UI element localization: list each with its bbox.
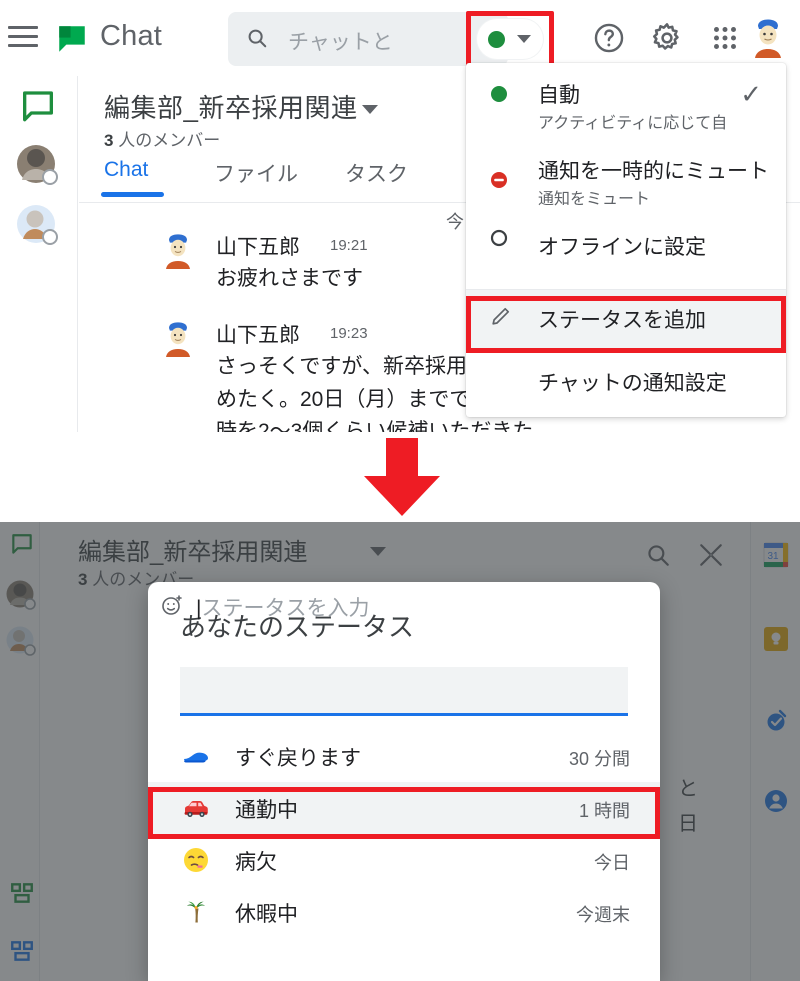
menu-item-notification-settings-label: チャットの通知設定 (538, 372, 727, 395)
google-chat-logo (55, 22, 89, 56)
emoji-picker-icon[interactable] (160, 593, 184, 617)
tab-files[interactable]: ファイル (214, 158, 298, 188)
status-dot-icon (488, 30, 505, 48)
menu-item-offline-label: オフラインに設定 (538, 236, 706, 259)
chat-bubble-icon[interactable] (18, 88, 58, 128)
down-arrow-icon (352, 438, 452, 516)
status-option-label: すぐ戻ります (235, 747, 361, 770)
status-option-vacation[interactable]: 休暇中 今週末 (148, 886, 660, 938)
status-dropdown-menu: 自動 アクティビティに応じて自 ✓ 通知を一時的にミュート 通知をミュート オフ… (466, 63, 786, 417)
search-placeholder: チャットと (288, 31, 393, 54)
menu-item-auto-label: 自動 (538, 84, 580, 107)
status-option-sick[interactable]: 病欠 今日 (148, 834, 660, 886)
palm-tree-icon (182, 898, 210, 926)
green-dot-icon (490, 85, 508, 103)
menu-item-mute-label: 通知を一時的にミュート (538, 160, 769, 183)
member-count: 3 人のメンバー (104, 126, 220, 151)
check-icon: ✓ (740, 79, 762, 109)
status-option-commuting[interactable]: 通勤中 1 時間 (148, 782, 660, 834)
shoe-icon (182, 742, 210, 770)
do-not-disturb-icon (490, 171, 508, 189)
menu-item-offline[interactable]: オフラインに設定 (466, 221, 786, 283)
chevron-down-icon (517, 35, 531, 43)
account-avatar[interactable] (748, 18, 788, 60)
app-title: Chat (100, 20, 163, 52)
menu-item-notification-settings[interactable]: チャットの通知設定 (466, 349, 786, 417)
sick-face-icon (182, 846, 210, 874)
member-count-suffix: 人のメンバー (118, 131, 221, 150)
status-chip-button[interactable] (477, 19, 543, 59)
avatar (161, 233, 195, 271)
status-input-placeholder-text: ステータスを入力 (201, 597, 370, 620)
chevron-down-icon[interactable] (362, 105, 378, 114)
offline-circle-icon (490, 229, 508, 247)
status-option-duration: 今日 (594, 853, 630, 873)
pencil-icon (490, 305, 512, 327)
menu-item-auto-sublabel: アクティビティに応じて自 (538, 115, 728, 132)
status-option-duration: 30 分間 (568, 749, 630, 769)
status-option-duration: 今週末 (576, 905, 630, 925)
menu-item-mute-sublabel: 通知をミュート (538, 191, 651, 208)
help-button[interactable] (592, 21, 628, 57)
hamburger-icon[interactable] (8, 26, 38, 50)
tab-tasks[interactable]: タスク (345, 158, 408, 188)
gear-icon[interactable] (650, 21, 686, 57)
rail-avatar-2[interactable] (16, 204, 60, 248)
car-icon (182, 794, 210, 822)
top-panel: Chat チャットと 編集部_新卒採用関連 3 人のメンバー Chat ファイル… (0, 0, 800, 432)
message-author: 山下五郎 (216, 236, 300, 259)
tab-chat[interactable]: Chat (104, 158, 148, 182)
screenshot-root: Chat チャットと 編集部_新卒採用関連 3 人のメンバー Chat ファイル… (0, 0, 800, 981)
avatar (161, 321, 195, 359)
status-option-label: 通勤中 (235, 799, 298, 822)
conversation-title: 編集部_新卒採用関連 (104, 93, 358, 123)
member-count-number: 3 (104, 131, 114, 150)
menu-item-auto[interactable]: 自動 アクティビティに応じて自 ✓ (466, 63, 786, 145)
status-option-duration: 1 時間 (578, 801, 630, 821)
status-options-list: すぐ戻ります 30 分間 通勤中 1 時間 病欠 今日 休暇中 今週末 (148, 730, 660, 938)
status-dialog: あなたのステータス |ステータスを入力 すぐ戻ります 30 分間 通勤中 1 時… (148, 582, 660, 981)
status-input-placeholder: |ステータスを入力 (196, 597, 370, 620)
status-input[interactable] (180, 667, 628, 713)
rail-avatar-1[interactable] (16, 144, 60, 188)
menu-item-mute[interactable]: 通知を一時的にミュート 通知をミュート (466, 145, 786, 221)
message-time: 19:23 (330, 325, 368, 342)
status-option-label: 休暇中 (235, 903, 298, 926)
input-focus-underline (180, 713, 628, 716)
status-option-label: 病欠 (235, 851, 277, 874)
message-time: 19:21 (330, 237, 368, 254)
menu-item-add-status-label: ステータスを追加 (538, 309, 706, 332)
message-author: 山下五郎 (216, 324, 300, 347)
status-option-brb[interactable]: すぐ戻ります 30 分間 (148, 730, 660, 782)
menu-item-add-status[interactable]: ステータスを追加 (466, 290, 786, 348)
message-text: お疲れさまです (216, 267, 363, 290)
search-icon (246, 27, 268, 49)
apps-grid-icon[interactable] (708, 21, 744, 57)
tab-active-underline (101, 192, 164, 197)
left-rail (0, 76, 78, 432)
